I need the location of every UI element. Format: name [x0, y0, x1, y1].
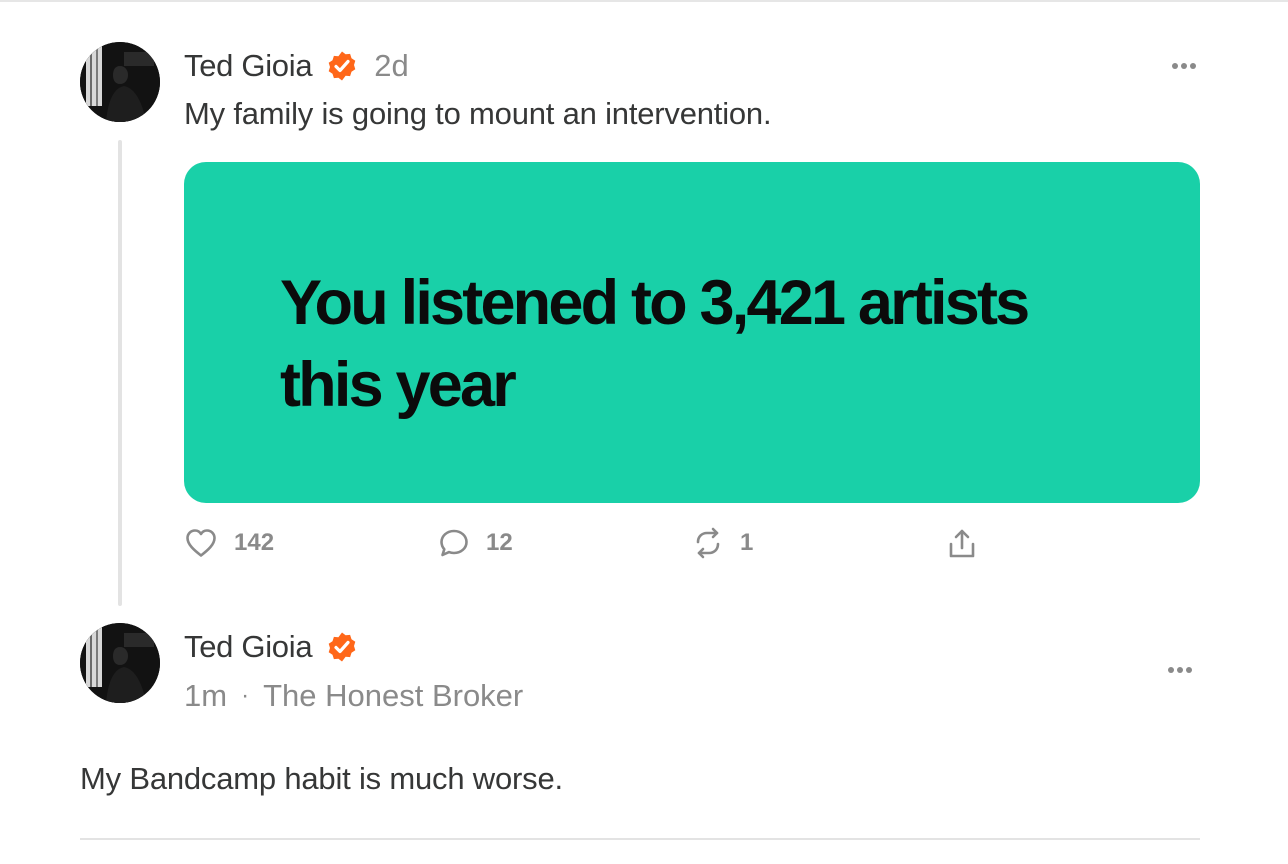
more-dot — [1172, 63, 1178, 69]
post-time[interactable]: 2d — [374, 48, 408, 84]
more-dot — [1190, 63, 1196, 69]
restack-icon — [696, 527, 720, 559]
share-icon — [949, 529, 975, 558]
more-dot — [1181, 63, 1187, 69]
more-icon[interactable] — [1164, 54, 1204, 78]
reply-meta: 1m · The Honest Broker — [184, 678, 523, 714]
comment-count: 12 — [486, 529, 513, 556]
more-dot — [1186, 667, 1192, 673]
avatar-photo — [80, 623, 160, 703]
restack-button[interactable]: 1 — [692, 527, 753, 559]
post-header: Ted Gioia 2d — [184, 48, 409, 84]
publication-name[interactable]: The Honest Broker — [263, 678, 523, 714]
image-caption: You listened to 3,421 artists this year — [280, 262, 1030, 426]
like-button[interactable]: 142 — [184, 527, 274, 559]
comment-button[interactable]: 12 — [438, 527, 513, 559]
more-dot — [1177, 667, 1183, 673]
avatar-photo — [80, 42, 160, 122]
reply-header: Ted Gioia — [184, 629, 358, 665]
verified-badge-icon — [328, 632, 356, 662]
reply-author-avatar[interactable] — [80, 623, 160, 703]
post-text: My family is going to mount an intervent… — [184, 96, 772, 131]
reply-time[interactable]: 1m — [184, 678, 227, 714]
comment-icon — [440, 529, 468, 557]
top-divider — [0, 0, 1288, 2]
bottom-divider — [80, 838, 1200, 840]
like-count: 142 — [234, 529, 275, 556]
more-dot — [1168, 667, 1174, 673]
image-text-line-2: this year — [280, 350, 517, 420]
image-text-line-1: You listened to 3,421 artists — [280, 268, 1030, 338]
post-image[interactable]: You listened to 3,421 artists this year — [184, 162, 1200, 503]
share-button[interactable] — [946, 527, 978, 561]
meta-separator: · — [241, 682, 250, 709]
restack-count: 1 — [740, 529, 754, 556]
reply-text: My Bandcamp habit is much worse. — [80, 761, 563, 796]
reply-more-icon[interactable] — [1160, 658, 1200, 682]
thread-line — [118, 140, 122, 606]
verified-badge-icon — [328, 51, 356, 81]
reply-author-name[interactable]: Ted Gioia — [184, 629, 313, 665]
author-name[interactable]: Ted Gioia — [184, 48, 313, 84]
author-avatar[interactable] — [80, 42, 160, 122]
heart-icon — [186, 529, 216, 557]
